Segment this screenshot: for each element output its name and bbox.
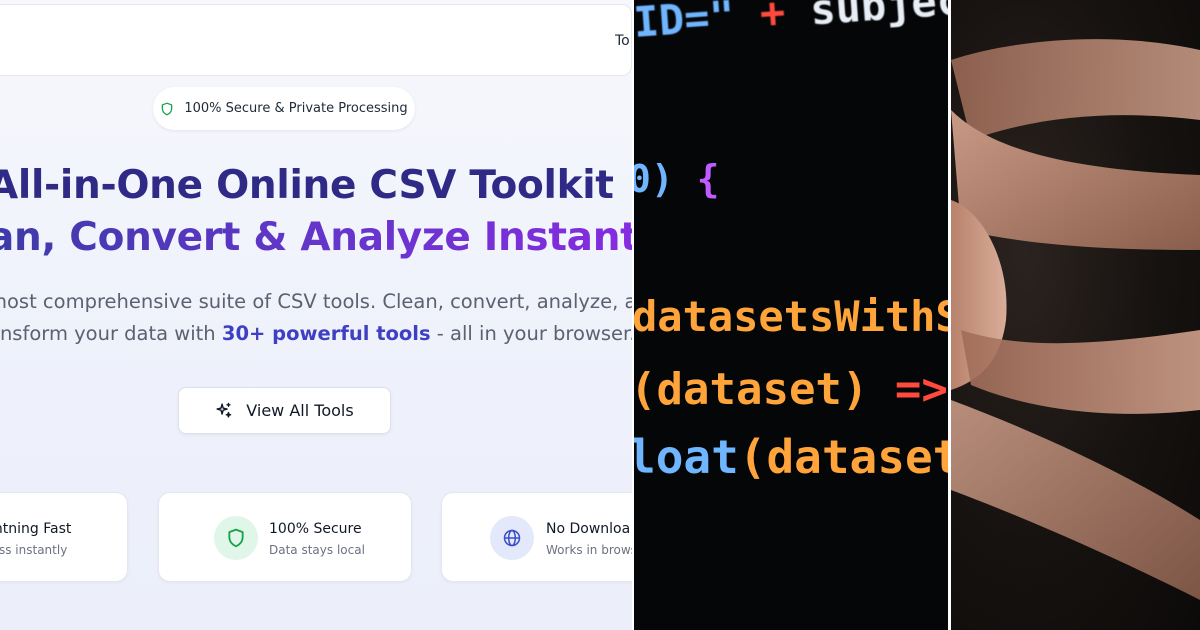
feature-desc: Works in brows: [546, 543, 632, 557]
arm-shape: [961, 330, 1200, 414]
secure-badge-label: 100% Secure & Private Processing: [184, 101, 408, 116]
arm-shape: [951, 39, 1200, 140]
hands-photo: [951, 0, 1200, 630]
sparkle-icon: [216, 402, 232, 418]
view-all-tools-button[interactable]: View All Tools: [178, 387, 391, 434]
arm-shape: [951, 400, 1200, 600]
code-line: ID=" + subject: [634, 0, 949, 47]
code-line: loat(dataset[": [634, 430, 949, 484]
code-line: 0) {: [634, 157, 720, 201]
hero-title: All-in-One Online CSV Toolkit an, Conver…: [0, 160, 632, 264]
feature-desc: Data stays local: [269, 543, 365, 557]
code-line: datasetsWithSu: [634, 292, 949, 341]
secure-badge: 100% Secure & Private Processing: [153, 87, 415, 130]
feature-desc: cess instantly: [0, 543, 68, 557]
code-photo: ID=" + subject 0) { datasetsWithSu (data…: [634, 0, 949, 630]
hero-title-line1: All-in-One Online CSV Toolkit: [0, 163, 614, 208]
feature-title: 100% Secure: [269, 521, 362, 537]
hero-title-line2: an, Convert & Analyze Instantly: [0, 215, 632, 260]
feature-title: ghtning Fast: [0, 521, 72, 537]
feature-icon-wrap: [490, 516, 534, 560]
site-header: To: [0, 4, 632, 76]
website-screenshot: To 100% Secure & Private Processing All-…: [0, 0, 632, 630]
feature-card-no-download: No Downloa Works in brows: [441, 492, 632, 582]
nav-link-partial[interactable]: To: [615, 33, 629, 49]
shield-icon: [162, 102, 173, 115]
code-token: loat: [634, 430, 739, 484]
subtitle-text-start: ansform your data with: [0, 322, 222, 345]
code-token: subject: [808, 0, 949, 35]
code-token: (dataset): [634, 364, 869, 415]
code-token: {: [696, 157, 720, 201]
shield-icon: [228, 528, 244, 548]
code-token: +: [732, 0, 813, 40]
code-token: 0): [634, 157, 697, 201]
hero-subtitle-line1: most comprehensive suite of CSV tools. C…: [0, 290, 632, 313]
globe-icon: [503, 529, 521, 547]
hands-illustration: [951, 39, 1200, 600]
subtitle-text-end: - all in your browser.: [430, 322, 632, 345]
hero-subtitle-line2: ansform your data with 30+ powerful tool…: [0, 318, 632, 350]
feature-card-fast: ghtning Fast cess instantly: [0, 492, 128, 582]
code-token: =>: [894, 364, 948, 415]
code-token: ID=": [634, 0, 737, 47]
feature-card-secure: 100% Secure Data stays local: [158, 492, 412, 582]
code-token: (dataset: [738, 430, 949, 484]
view-all-tools-label: View All Tools: [246, 401, 354, 420]
subtitle-highlight: 30+ powerful tools: [221, 322, 431, 345]
hero-subtitle: most comprehensive suite of CSV tools. C…: [0, 286, 632, 350]
feature-title: No Downloa: [546, 521, 631, 537]
code-line: (dataset) => {: [634, 364, 949, 415]
feature-icon-wrap: [214, 516, 258, 560]
